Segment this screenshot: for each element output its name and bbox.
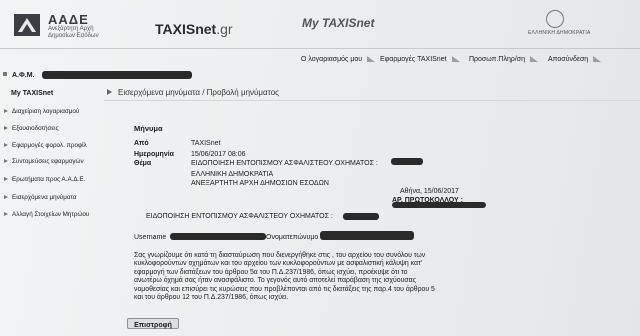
sidebar-item-app-shortcuts[interactable]: Συντομεύσεις εφαρμογών (4, 158, 84, 165)
taxisnet-brand-logo: TAXISnet.gr (155, 21, 233, 37)
sidebar-item-authorizations[interactable]: Εξουσιοδοτήσεις (4, 125, 59, 132)
back-button[interactable]: Επιστροφή (127, 318, 179, 329)
redacted-username (170, 233, 266, 240)
sidebar-item-questions-to-aade[interactable]: Ερωτήματα προς Α.Α.Δ.Ε. (4, 176, 85, 183)
arrow-icon (4, 159, 8, 163)
redacted-plate-2 (343, 213, 379, 220)
message-section-title: Μήνυμα (134, 124, 163, 133)
breadcrumb-arrow-icon (107, 89, 112, 95)
subject-label: Θέμα (134, 160, 152, 167)
sidebar-item-account-management[interactable]: Διαχείριση λογαριασμού (4, 108, 79, 115)
arrow-icon (4, 212, 8, 216)
breadcrumb: Εισερχόμενα μηνύματα / Προβολή μηνύματος (107, 88, 279, 97)
sidebar-item-inbox[interactable]: Εισερχόμενα μηνύματα (4, 194, 77, 201)
afm-label: Α.Φ.Μ. (3, 72, 34, 79)
subject-value: ΕΙΔΟΠΟΙΗΣΗ ΕΝΤΟΠΙΣΜΟΥ ΑΣΦΑΛΙΣΤΕΟΥ ΟΧΗΜΑΤ… (191, 160, 378, 167)
date-value: 15/06/2017 08:06 (191, 151, 246, 158)
sidebar-user-title: My TAXISnet (11, 90, 54, 97)
sender-line-2: ΑΝΕΞΑΡΤΗΤΗ ΑΡΧΗ ΔΗΜΟΣΙΩΝ ΕΣΟΔΩΝ (191, 180, 329, 187)
nav-arrow-icon (593, 56, 602, 62)
breadcrumb-divider (104, 100, 640, 101)
body-line: κυκλοφορούντων οχημάτων και του αρχείου … (134, 260, 423, 268)
from-value: TAXISnet (191, 140, 221, 147)
sender-line-1: ΕΛΛΗΝΙΚΗ ΔΗΜΟΚΡΑΤΙΑ (191, 171, 274, 178)
date-label: Ημερομηνία (134, 151, 174, 158)
sidebar-item-registry-change[interactable]: Αλλαγή Στοιχείων Μητρώου (4, 211, 89, 218)
header-divider (0, 48, 640, 49)
bullet-icon (3, 72, 7, 76)
aade-logo-subtitle: Ανεξάρτητη Αρχή Δημοσίων Εσόδων (48, 26, 99, 39)
notice-title: ΕΙΔΟΠΟΙΗΣΗ ΕΝΤΟΠΙΣΜΟΥ ΑΣΦΑΛΙΣΤΕΟΥ ΟΧΗΜΑΤ… (146, 213, 333, 220)
nav-logout[interactable]: Αποσύνδεση (548, 56, 602, 63)
body-line: νομοθεσίας και επισύρει τις κυρώσεις που… (134, 285, 435, 293)
body-line: εφαρμογή των διατάξεων του άρθρου 5α του… (134, 268, 408, 276)
message-body: Σας γνωρίζουμε ότι κατά τη διασταύρωση π… (134, 252, 534, 302)
sidebar-item-tax-profile-apps[interactable]: Εφαρμογές φορολ. προφίλ (4, 142, 87, 149)
redacted-protocol (392, 202, 486, 208)
nav-taxisnet-apps[interactable]: Εφαρμογές TAXISnet (380, 56, 460, 63)
app-title: My TAXISnet (302, 16, 375, 30)
government-label: ΕΛΛΗΝΙΚΗ ΔΗΜΟΚΡΑΤΙΑ (528, 30, 591, 36)
redacted-fullname (320, 231, 414, 240)
arrow-icon (4, 195, 8, 199)
from-label: Από (134, 140, 149, 147)
arrow-icon (4, 177, 8, 181)
username-label: Username (134, 234, 167, 241)
fullname-label: Ονοματεπώνυμο (266, 234, 319, 241)
greek-emblem-icon (546, 10, 564, 28)
arrow-icon (4, 109, 8, 113)
place-date: Αθήνα, 15/06/2017 (400, 188, 459, 195)
nav-personal-info[interactable]: Προσωπ.Πληρ/ση (469, 56, 538, 63)
redacted-plate (391, 158, 423, 165)
nav-arrow-icon (367, 56, 376, 62)
nav-arrow-icon (529, 56, 538, 62)
arrow-icon (4, 126, 8, 130)
aade-logo-icon (14, 14, 40, 36)
redacted-afm (42, 71, 192, 79)
body-line: και του άρθρου 12 του Π.Δ.237/1986, όπως… (134, 294, 289, 302)
arrow-icon (4, 143, 8, 147)
nav-arrow-icon (451, 56, 460, 62)
nav-my-account[interactable]: Ο λογαριασμός μου (301, 56, 376, 63)
aade-logo-title: ΑΑΔΕ (48, 12, 89, 27)
body-line: ανωτέρω όχημά σας ήταν ανασφάλιστο. Το γ… (134, 277, 416, 285)
